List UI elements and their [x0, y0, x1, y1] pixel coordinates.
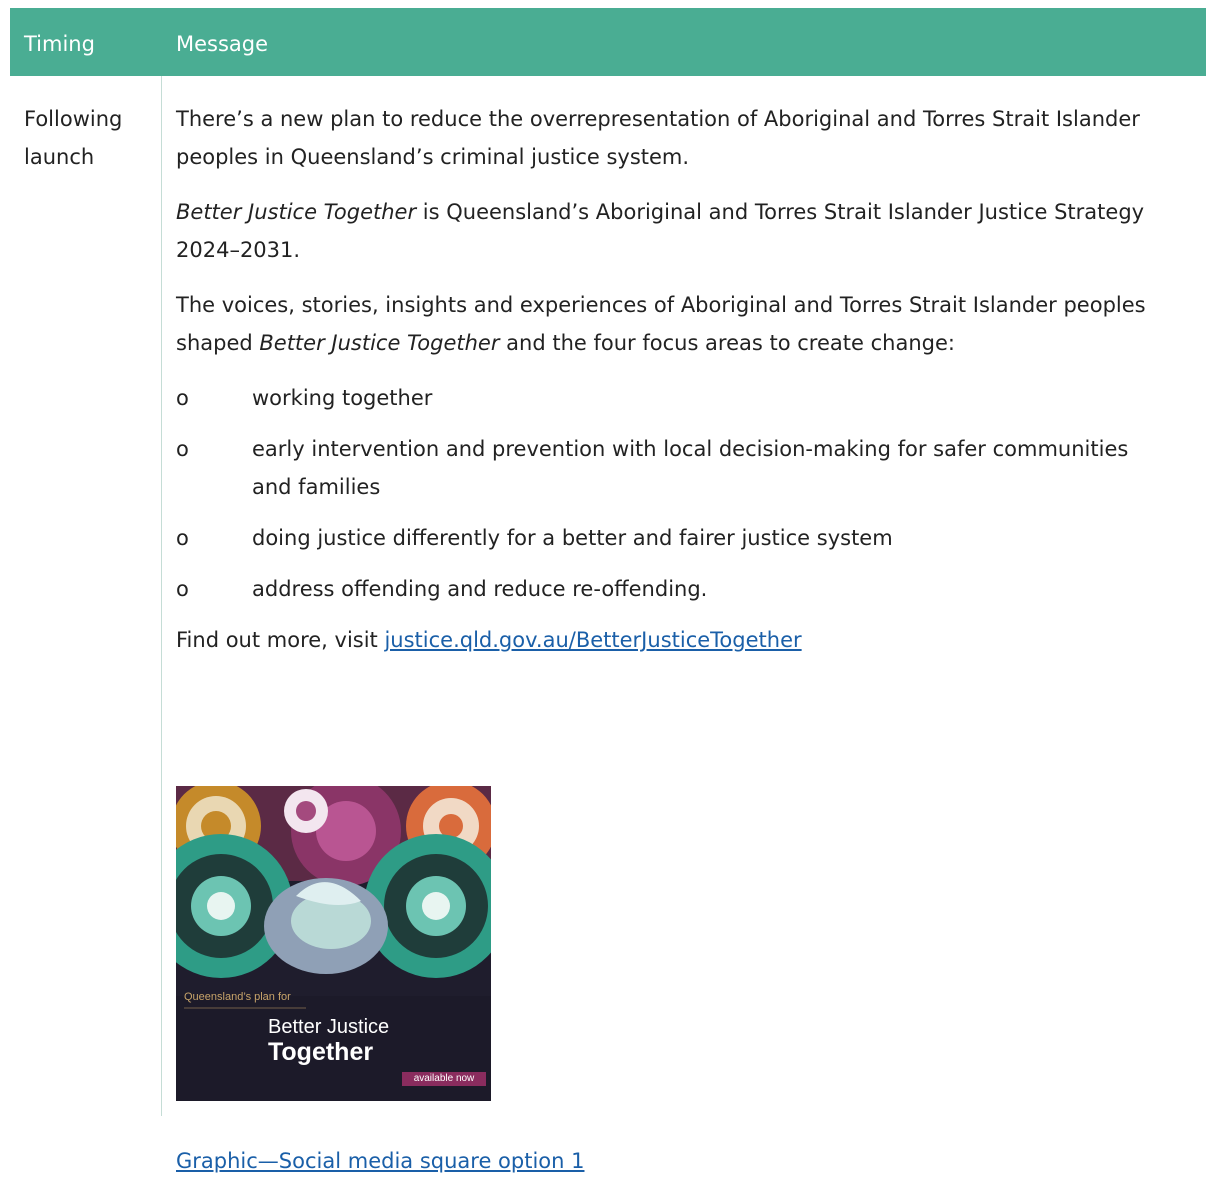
header-timing: Timing	[24, 32, 95, 56]
focus-text-end: and the four focus areas to create chang…	[499, 331, 955, 355]
graphic-badge: available now	[402, 1072, 486, 1086]
list-item-text: early intervention and prevention with l…	[252, 437, 1129, 499]
focus-areas-list: o working together o early intervention an…	[176, 379, 1166, 608]
column-divider	[161, 76, 162, 1116]
strategy-website-link[interactable]: justice.qld.gov.au/BetterJusticeTogether	[384, 628, 801, 652]
timing-cell: Following launch	[24, 100, 154, 176]
graphic-title-line-2: Together	[268, 1038, 374, 1066]
paragraph-intro: There’s a new plan to reduce the overrep…	[176, 107, 1140, 169]
bullet-mark: o	[176, 577, 189, 601]
table-header-row: Timing Message	[10, 8, 1206, 76]
bullet-mark: o	[176, 526, 189, 550]
table-row: Following launch There’s a new plan to r…	[10, 76, 1206, 1173]
social-media-graphic: Queensland’s plan for Better Justice Tog…	[176, 786, 491, 1101]
list-item-text: working together	[252, 386, 433, 410]
timing-line-1: Following	[24, 107, 123, 131]
graphic-small-text: Queensland’s plan for	[184, 991, 291, 1003]
list-item: o early intervention and prevention with …	[176, 430, 1166, 506]
paragraph-focus-areas: The voices, stories, insights and experi…	[176, 286, 1166, 362]
list-item: o working together	[176, 379, 1166, 417]
list-item: o doing justice differently for a better …	[176, 519, 1166, 557]
bullet-mark: o	[176, 437, 189, 461]
list-item-text: doing justice differently for a better a…	[252, 526, 893, 550]
message-cell: There’s a new plan to reduce the overrep…	[176, 100, 1166, 1173]
graphic-title-line-1: Better Justice	[268, 1016, 390, 1038]
strategy-title-italic: Better Justice Together	[176, 200, 417, 224]
find-out-text: Find out more, visit	[176, 628, 385, 652]
timing-line-2: launch	[24, 145, 95, 169]
list-item: o address offending and reduce re-offendi…	[176, 570, 1166, 608]
list-item-text: address offending and reduce re-offendin…	[252, 577, 708, 601]
graphic-download-link[interactable]: Graphic—Social media square option 1	[176, 1142, 584, 1180]
paragraph-strategy: Better Justice Together is Queensland’s …	[176, 193, 1166, 269]
bullet-mark: o	[176, 386, 189, 410]
paragraph-find-out: Find out more, visit justice.qld.gov.au/…	[176, 621, 1166, 659]
message-table: Timing Message Following launch There’s …	[10, 8, 1206, 1173]
header-message: Message	[176, 32, 269, 56]
focus-title-italic: Better Justice Together	[259, 331, 500, 355]
